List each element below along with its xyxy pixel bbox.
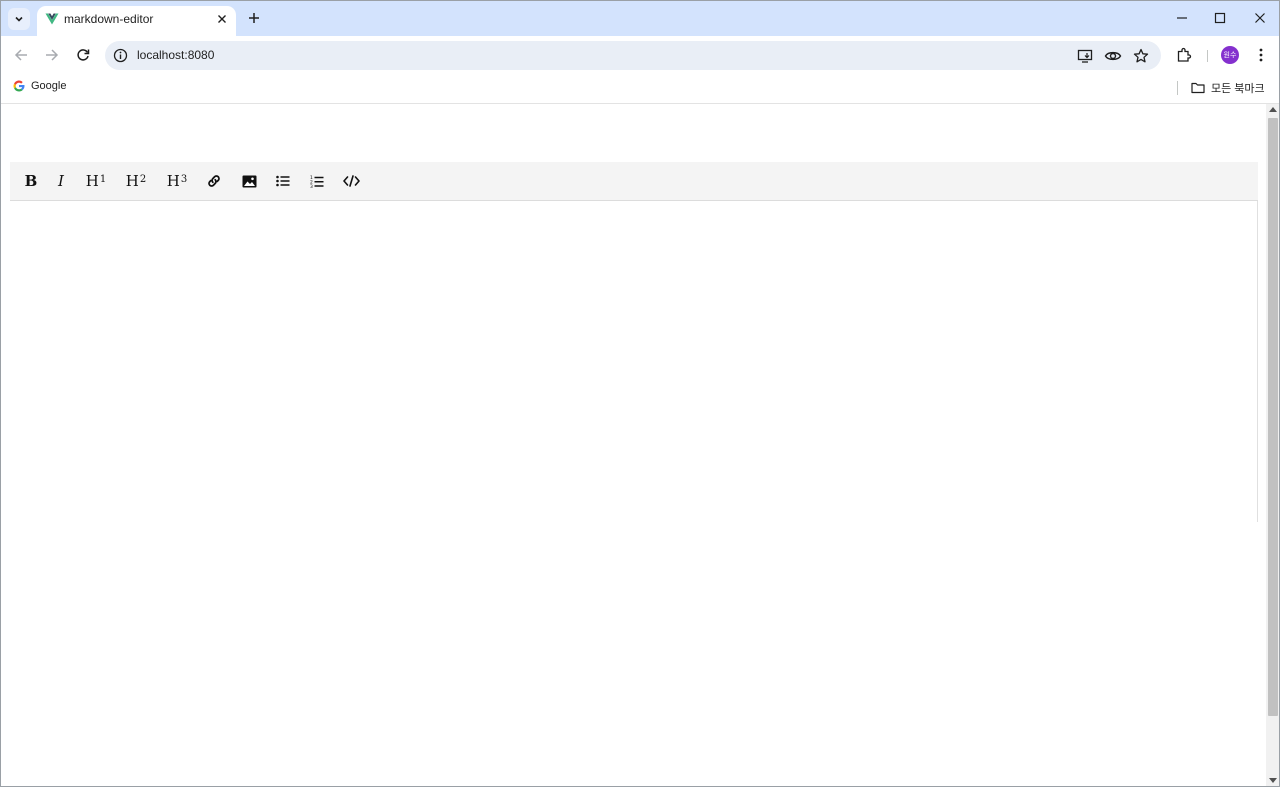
tab-markdown-editor[interactable]: markdown-editor xyxy=(37,6,236,36)
ordered-list-icon: 1 2 3 xyxy=(310,175,324,188)
all-bookmarks-label: 모든 북마크 xyxy=(1211,83,1265,95)
ordered-list-button[interactable]: 1 2 3 xyxy=(308,171,326,191)
heading-level: 1 xyxy=(99,173,107,185)
reading-mode-button[interactable] xyxy=(1104,47,1122,65)
scroll-up-arrow-icon[interactable] xyxy=(1269,107,1277,112)
back-button[interactable] xyxy=(10,44,32,66)
page-viewport: B I H1 H2 H3 1 2 3 xyxy=(2,104,1266,786)
minimize-icon xyxy=(1177,17,1187,19)
heading-letter: H xyxy=(125,172,139,190)
editor-text-area[interactable] xyxy=(10,201,1258,522)
italic-button[interactable]: I xyxy=(54,171,68,191)
puzzle-icon xyxy=(1177,47,1192,62)
menu-button[interactable] xyxy=(1252,46,1270,64)
arrow-left-icon xyxy=(14,49,27,61)
all-bookmarks-button[interactable]: 모든 북마크 xyxy=(1191,80,1265,96)
bullet-list-button[interactable] xyxy=(274,171,292,191)
scroll-down-arrow-icon[interactable] xyxy=(1269,778,1277,783)
heading-level: 3 xyxy=(180,173,188,185)
reload-button[interactable] xyxy=(72,44,94,66)
install-app-button[interactable] xyxy=(1076,47,1094,65)
profile-avatar[interactable]: 원수 xyxy=(1221,46,1239,64)
image-icon xyxy=(242,175,256,187)
heading-3-button[interactable]: H3 xyxy=(165,171,189,191)
maximize-button[interactable] xyxy=(1209,7,1231,29)
tab-close-button[interactable] xyxy=(215,12,229,26)
heading-2-button[interactable]: H2 xyxy=(124,171,148,191)
address-bar[interactable]: localhost:8080 xyxy=(105,41,1161,70)
editor-toolbar: B I H1 H2 H3 1 2 3 xyxy=(10,162,1258,201)
toolbar-separator xyxy=(1207,50,1208,62)
reload-icon xyxy=(77,49,90,61)
tab-strip: markdown-editor xyxy=(1,1,1279,36)
close-icon xyxy=(1255,13,1265,23)
svg-text:3: 3 xyxy=(310,184,313,188)
google-g-icon xyxy=(13,80,25,92)
link-button[interactable] xyxy=(205,171,223,191)
vue-logo-icon xyxy=(45,13,59,25)
code-button[interactable] xyxy=(342,171,360,191)
new-tab-button[interactable] xyxy=(245,9,263,27)
scrollbar-thumb[interactable] xyxy=(1268,118,1278,716)
bookmarks-separator xyxy=(1177,81,1178,95)
more-vert-icon xyxy=(1259,48,1263,62)
bookmark-label: Google xyxy=(31,80,67,92)
code-icon xyxy=(342,175,360,187)
vertical-scrollbar[interactable] xyxy=(1266,104,1279,786)
plus-icon xyxy=(249,13,259,23)
bold-button[interactable]: B xyxy=(24,171,38,191)
close-window-button[interactable] xyxy=(1249,7,1271,29)
heading-level: 2 xyxy=(139,173,147,185)
bullet-list-icon xyxy=(276,175,290,187)
install-app-icon xyxy=(1077,49,1093,63)
bookmarks-bar: Google 모든 북마크 xyxy=(1,74,1279,104)
chevron-down-icon xyxy=(15,16,23,22)
browser-window: markdown-editor localhost:8080 원수 Google… xyxy=(0,0,1280,787)
info-icon[interactable] xyxy=(113,48,128,63)
forward-button[interactable] xyxy=(41,44,63,66)
folder-icon xyxy=(1191,82,1205,94)
image-button[interactable] xyxy=(240,171,258,191)
url-text: localhost:8080 xyxy=(137,48,215,62)
heading-letter: H xyxy=(166,172,180,190)
heading-1-button[interactable]: H1 xyxy=(84,171,108,191)
markdown-editor: B I H1 H2 H3 1 2 3 xyxy=(10,162,1258,522)
tab-search-button[interactable] xyxy=(8,8,30,30)
bookmark-star-button[interactable] xyxy=(1132,47,1150,65)
minimize-button[interactable] xyxy=(1171,7,1193,29)
maximize-icon xyxy=(1214,12,1226,24)
tab-title: markdown-editor xyxy=(64,12,154,26)
bookmark-google[interactable]: Google xyxy=(13,80,66,92)
eye-icon xyxy=(1104,51,1122,61)
arrow-right-icon xyxy=(46,49,59,61)
browser-toolbar: localhost:8080 원수 xyxy=(1,36,1279,74)
close-icon xyxy=(218,15,226,23)
heading-letter: H xyxy=(85,172,99,190)
star-icon xyxy=(1133,48,1149,63)
extensions-button[interactable] xyxy=(1175,46,1193,64)
link-icon xyxy=(208,175,220,187)
